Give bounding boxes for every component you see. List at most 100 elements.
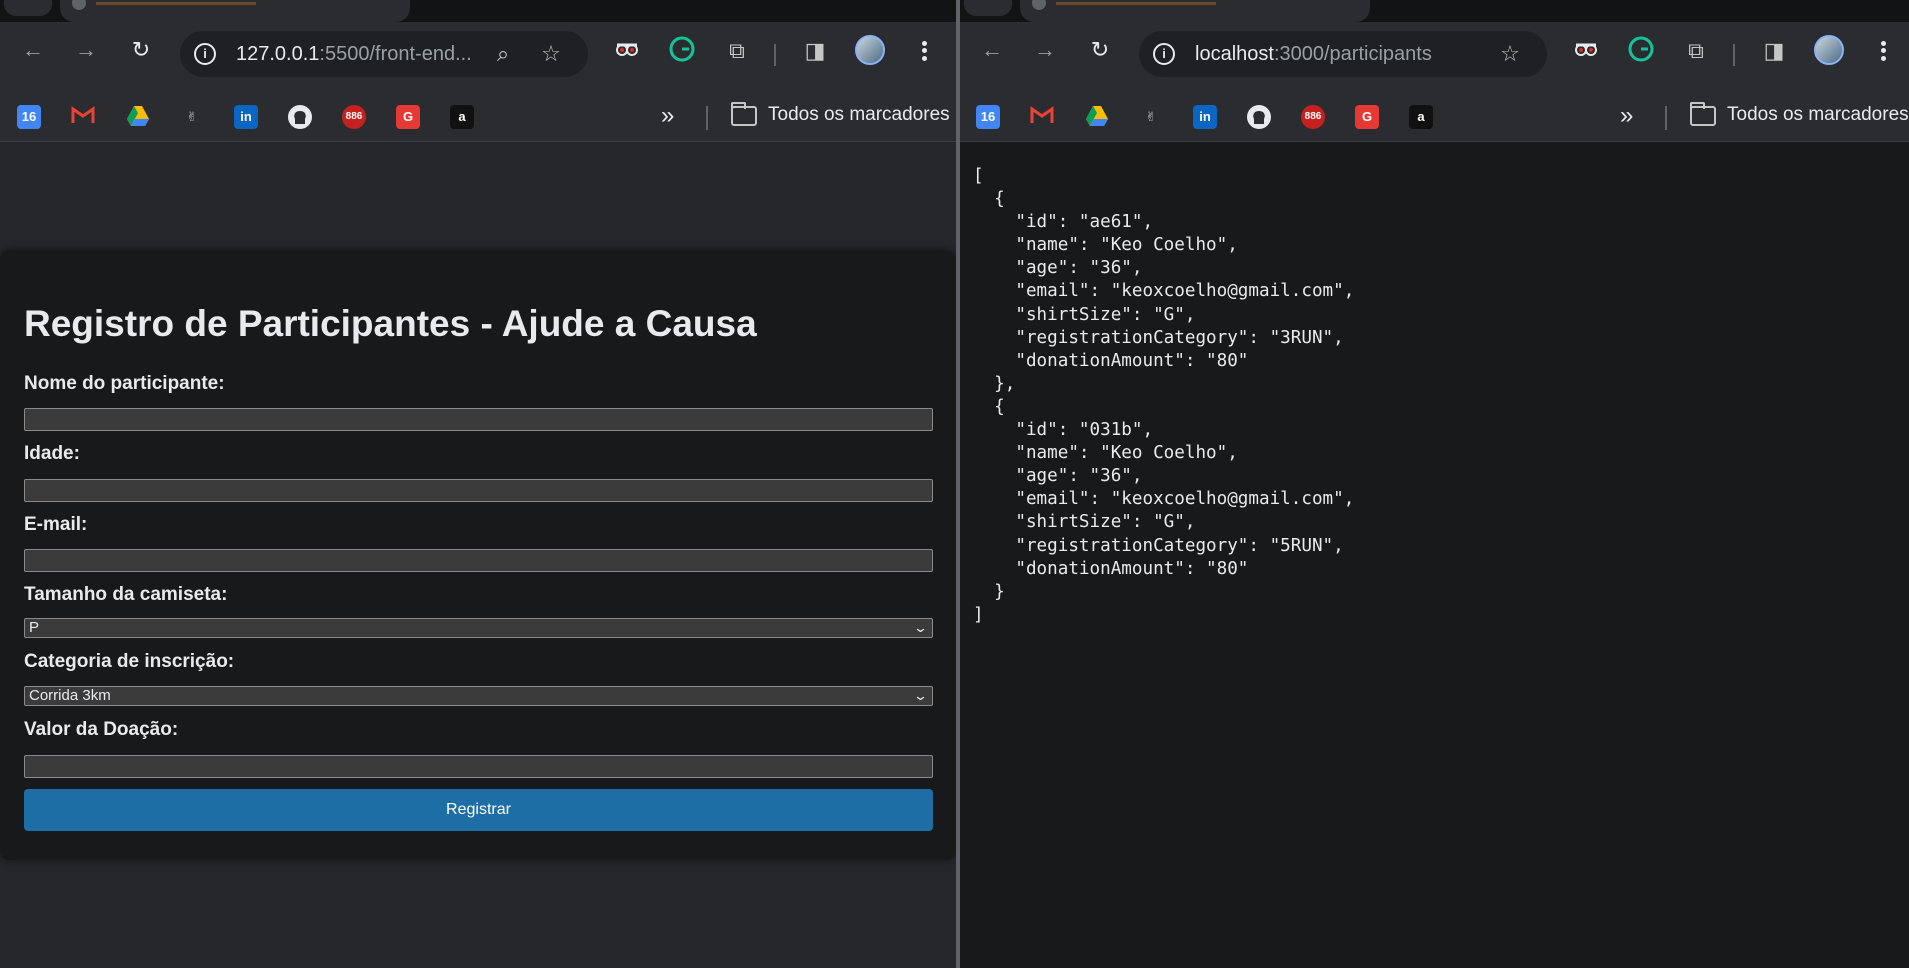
profile-avatar[interactable] bbox=[1814, 35, 1844, 65]
json-line: "name": "Keo Coelho", bbox=[973, 443, 1238, 464]
tab-loading-indicator bbox=[96, 2, 256, 5]
name-label: Nome do participante: bbox=[24, 373, 225, 394]
tab-search-button[interactable] bbox=[4, 0, 52, 16]
tab-favicon bbox=[1032, 0, 1046, 10]
back-arrow-icon[interactable]: ← bbox=[17, 34, 49, 66]
json-line: "email": "keoxcoelho@gmail.com", bbox=[973, 281, 1355, 302]
forward-arrow-icon[interactable]: → bbox=[70, 34, 102, 66]
toolbar-divider bbox=[1733, 44, 1735, 66]
json-viewer-page: [ { "id": "ae61", "name": "Keo Coelho", … bbox=[960, 143, 1909, 968]
github-bookmark-icon[interactable] bbox=[1247, 105, 1271, 129]
gmail-bookmark-icon[interactable] bbox=[1030, 105, 1054, 129]
tab-favicon bbox=[72, 0, 86, 10]
grammarly-icon[interactable] bbox=[667, 36, 697, 66]
g-red-bookmark-icon[interactable]: G bbox=[1355, 105, 1379, 129]
active-tab[interactable] bbox=[60, 0, 410, 22]
url-text[interactable]: localhost:3000/participants bbox=[1195, 43, 1432, 66]
peace-bookmark-icon[interactable]: ✌ bbox=[1139, 105, 1163, 129]
extensions-puzzle-icon[interactable]: ⧉ bbox=[722, 36, 752, 66]
url-path: :5500/front-end... bbox=[319, 43, 472, 65]
badge-886-bookmark-icon[interactable]: 886 bbox=[1301, 105, 1325, 129]
category-label: Categoria de inscrição: bbox=[24, 651, 235, 672]
more-bookmarks-icon[interactable]: » bbox=[1620, 102, 1633, 130]
shirt-size-label: Tamanho da camiseta: bbox=[24, 584, 228, 605]
url-text[interactable]: 127.0.0.1:5500/front-end... bbox=[236, 43, 472, 66]
gmail-bookmark-icon[interactable] bbox=[71, 105, 95, 129]
form-title: Registro de Participantes - Ajude a Caus… bbox=[24, 303, 757, 344]
bookmarks-bar: 16 ✌ in 886 G a » Todos os marcadores bbox=[0, 92, 956, 142]
bookmark-star-icon[interactable]: ☆ bbox=[1497, 41, 1523, 67]
spy-extension-icon[interactable] bbox=[1571, 36, 1601, 66]
calendar-bookmark-icon[interactable]: 16 bbox=[17, 105, 41, 129]
json-line: "registrationCategory": "3RUN", bbox=[973, 327, 1344, 348]
email-label: E-mail: bbox=[24, 514, 88, 535]
bookmarks-bar: 16 ✌ in 886 G a » Todos os marcadores bbox=[960, 92, 1909, 142]
json-line: "email": "keoxcoelho@gmail.com", bbox=[973, 489, 1355, 510]
browser-window-right: ← → ↻ i localhost:3000/participants ☆ ⧉ … bbox=[960, 0, 1909, 968]
forward-arrow-icon[interactable]: → bbox=[1029, 34, 1061, 66]
side-panel-icon[interactable]: ◨ bbox=[800, 36, 830, 66]
donation-input[interactable] bbox=[24, 755, 933, 778]
extensions-puzzle-icon[interactable]: ⧉ bbox=[1681, 36, 1711, 66]
active-tab[interactable] bbox=[1020, 0, 1370, 22]
linkedin-bookmark-icon[interactable]: in bbox=[1193, 105, 1217, 129]
g-red-bookmark-icon[interactable]: G bbox=[396, 105, 420, 129]
json-line: ] bbox=[973, 604, 984, 625]
github-bookmark-icon[interactable] bbox=[288, 105, 312, 129]
grammarly-icon[interactable] bbox=[1626, 36, 1656, 66]
linkedin-bookmark-icon[interactable]: in bbox=[234, 105, 258, 129]
address-bar[interactable]: i 127.0.0.1:5500/front-end... ⌕ ☆ bbox=[180, 31, 588, 77]
spy-extension-icon[interactable] bbox=[612, 36, 642, 66]
bookmark-star-icon[interactable]: ☆ bbox=[538, 41, 564, 67]
bookmarks-divider bbox=[1665, 106, 1667, 130]
json-line: }, bbox=[973, 373, 1016, 394]
age-input[interactable] bbox=[24, 479, 933, 502]
amazon-a-bookmark-icon[interactable]: a bbox=[450, 105, 474, 129]
badge-886-bookmark-icon[interactable]: 886 bbox=[342, 105, 366, 129]
address-bar[interactable]: i localhost:3000/participants ☆ bbox=[1139, 31, 1547, 77]
name-input[interactable] bbox=[24, 408, 933, 431]
reload-icon[interactable]: ↻ bbox=[1084, 34, 1116, 66]
json-line: "id": "ae61", bbox=[973, 212, 1154, 233]
side-panel-icon[interactable]: ◨ bbox=[1759, 36, 1789, 66]
all-bookmarks-label[interactable]: Todos os marcadores bbox=[1727, 104, 1909, 126]
tab-strip bbox=[960, 0, 1909, 22]
json-line: } bbox=[973, 581, 1005, 602]
json-line: [ bbox=[973, 166, 984, 186]
json-line: "age": "36", bbox=[973, 466, 1143, 487]
tab-search-button[interactable] bbox=[964, 0, 1012, 16]
email-input[interactable] bbox=[24, 549, 933, 572]
zoom-icon[interactable]: ⌕ bbox=[490, 41, 516, 67]
folder-icon[interactable] bbox=[1690, 102, 1716, 126]
peace-bookmark-icon[interactable]: ✌ bbox=[180, 105, 204, 129]
drive-bookmark-icon[interactable] bbox=[126, 105, 150, 129]
back-arrow-icon[interactable]: ← bbox=[976, 34, 1008, 66]
category-select[interactable]: Corrida 3km ⌄ bbox=[24, 686, 933, 706]
site-info-icon[interactable]: i bbox=[194, 43, 216, 65]
chevron-down-icon: ⌄ bbox=[912, 620, 929, 635]
profile-avatar[interactable] bbox=[855, 35, 885, 65]
json-line: "shirtSize": "G", bbox=[973, 304, 1196, 325]
calendar-bookmark-icon[interactable]: 16 bbox=[976, 105, 1000, 129]
json-line: { bbox=[973, 189, 1005, 210]
json-line: "name": "Keo Coelho", bbox=[973, 235, 1238, 256]
bookmarks-divider bbox=[706, 106, 708, 130]
site-info-icon[interactable]: i bbox=[1153, 43, 1175, 65]
amazon-a-bookmark-icon[interactable]: a bbox=[1409, 105, 1433, 129]
browser-toolbar: ← → ↻ i localhost:3000/participants ☆ ⧉ … bbox=[960, 22, 1909, 92]
registration-page: Registro de Participantes - Ajude a Caus… bbox=[0, 143, 956, 968]
json-line: "donationAmount": "80" bbox=[973, 350, 1249, 371]
folder-icon[interactable] bbox=[731, 102, 757, 126]
json-line: "id": "031b", bbox=[973, 420, 1154, 441]
drive-bookmark-icon[interactable] bbox=[1085, 105, 1109, 129]
shirt-size-select[interactable]: P ⌄ bbox=[24, 618, 933, 638]
json-line: "shirtSize": "G", bbox=[973, 512, 1196, 533]
all-bookmarks-label[interactable]: Todos os marcadores bbox=[768, 104, 950, 126]
chevron-down-icon: ⌄ bbox=[912, 688, 929, 703]
more-bookmarks-icon[interactable]: » bbox=[661, 102, 674, 130]
register-button[interactable]: Registrar bbox=[24, 789, 933, 831]
reload-icon[interactable]: ↻ bbox=[125, 34, 157, 66]
json-line: "registrationCategory": "5RUN", bbox=[973, 535, 1344, 556]
browser-menu-icon[interactable] bbox=[1873, 34, 1893, 68]
browser-menu-icon[interactable] bbox=[914, 34, 934, 68]
